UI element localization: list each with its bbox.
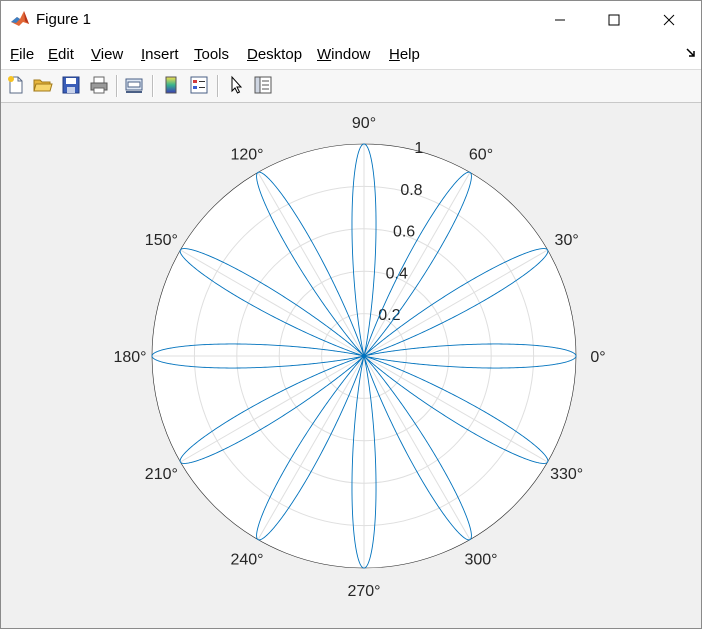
toolbar-separator	[217, 75, 219, 97]
angle-tick-label: 30°	[555, 232, 579, 249]
link-plot-icon	[125, 78, 143, 93]
maximize-button[interactable]	[591, 1, 637, 39]
save-icon	[62, 76, 80, 94]
link-plot-button[interactable]	[123, 74, 145, 96]
colorbar-icon	[165, 76, 177, 94]
toolbar-separator	[152, 75, 154, 97]
menu-file[interactable]: File	[10, 46, 34, 63]
close-icon	[663, 14, 675, 26]
insert-colorbar-button[interactable]	[160, 74, 182, 96]
save-button[interactable]	[60, 74, 82, 96]
toolbar-separator	[116, 75, 118, 97]
angle-tick-label: 180°	[113, 349, 146, 366]
matlab-logo-icon	[11, 11, 29, 26]
menu-help[interactable]: Help	[389, 46, 420, 63]
angle-tick-label: 90°	[352, 115, 376, 132]
angle-tick-label: 270°	[347, 583, 380, 600]
angle-tick-label: 120°	[230, 146, 263, 163]
menu-edit[interactable]: Edit	[48, 46, 74, 63]
radial-tick-label: 1	[414, 140, 423, 157]
angle-tick-label: 240°	[230, 552, 263, 569]
angle-tick-label: 300°	[464, 552, 497, 569]
pointer-arrow-icon	[231, 75, 243, 94]
angle-tick-label: 330°	[550, 466, 583, 483]
printer-icon	[90, 76, 108, 94]
figure-canvas[interactable]: 0.2 0.4 0.6 0.8 1 0° 30° 60° 90° 120° 150° 180° 210…	[1, 103, 701, 628]
menu-desktop[interactable]: Desktop	[247, 46, 302, 63]
property-inspector-icon	[254, 76, 272, 94]
menu-tools[interactable]: Tools	[194, 46, 229, 63]
legend-icon	[190, 76, 208, 94]
edit-plot-button[interactable]	[225, 74, 247, 96]
property-inspector-button[interactable]	[252, 74, 274, 96]
close-button[interactable]	[646, 1, 692, 39]
title-bar[interactable]: Figure 1	[1, 1, 701, 39]
insert-legend-button[interactable]	[188, 74, 210, 96]
figure-window: Figure 1 File Edit View Insert Tools Des…	[0, 0, 702, 629]
figure-toolbar	[1, 70, 701, 103]
maximize-icon	[608, 14, 620, 26]
angle-tick-label: 0°	[590, 349, 605, 366]
radial-tick-label: 0.4	[386, 265, 408, 282]
angle-tick-label: 150°	[145, 232, 178, 249]
polar-axes[interactable]: 0.20.40.60.81 0°30°60°90°120°150°180°210…	[1, 103, 701, 628]
new-figure-icon	[8, 76, 23, 94]
open-file-button[interactable]	[32, 74, 54, 96]
minimize-icon	[555, 19, 565, 21]
menu-bar: File Edit View Insert Tools Desktop Wind…	[1, 39, 701, 70]
menu-window[interactable]: Window	[317, 46, 370, 63]
print-button[interactable]	[88, 74, 110, 96]
menu-view[interactable]: View	[91, 46, 123, 63]
menu-insert[interactable]: Insert	[141, 46, 179, 63]
radial-tick-label: 0.6	[393, 224, 415, 241]
angle-tick-label: 60°	[469, 146, 493, 163]
minimize-button[interactable]	[537, 1, 583, 39]
open-folder-icon	[33, 79, 53, 92]
angle-tick-label: 210°	[145, 466, 178, 483]
window-title: Figure 1	[36, 11, 92, 28]
dock-arrow-icon[interactable]	[686, 48, 696, 58]
new-figure-button[interactable]	[5, 74, 27, 96]
radial-tick-label: 0.8	[400, 182, 422, 199]
